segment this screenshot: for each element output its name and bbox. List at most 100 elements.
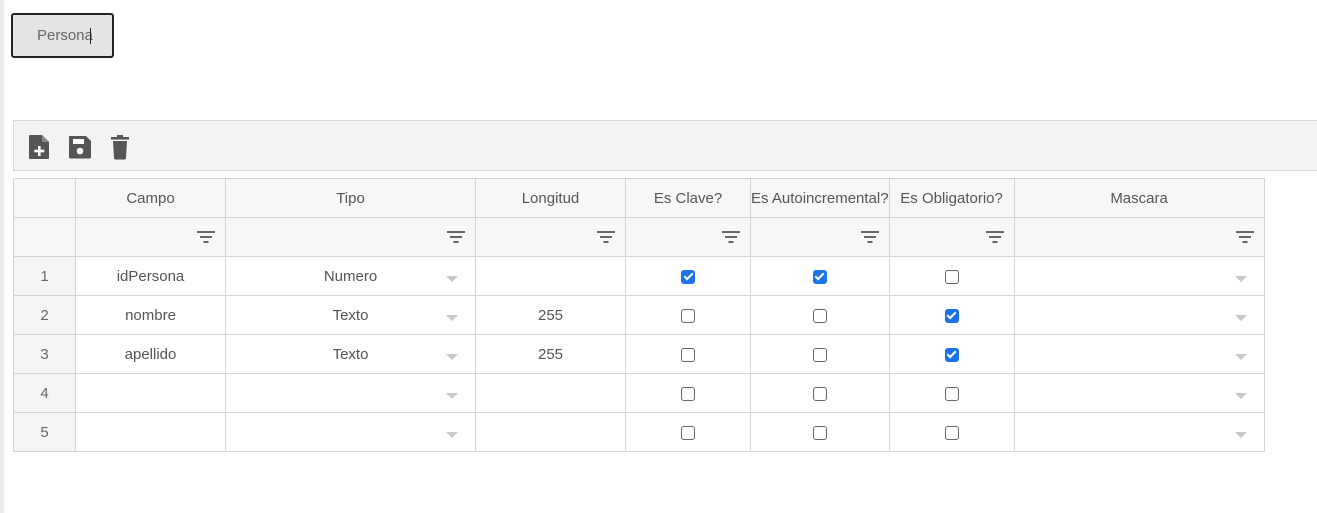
es-obligatorio-checkbox[interactable] <box>944 347 959 362</box>
entity-name-input[interactable] <box>11 13 114 58</box>
column-header-mascara[interactable]: Mascara <box>1013 178 1265 218</box>
cell-tipo-dropdown[interactable] <box>225 412 476 452</box>
es-obligatorio-checkbox[interactable] <box>944 386 959 401</box>
es-obligatorio-checkbox[interactable] <box>944 269 959 284</box>
cell-es-obligatorio <box>888 412 1015 452</box>
row-number: 3 <box>40 345 49 363</box>
filter-icon[interactable] <box>597 230 615 244</box>
cell-campo[interactable]: apellido <box>75 334 226 374</box>
es-clave-checkbox[interactable] <box>681 308 695 323</box>
filter-cell-campo <box>75 217 226 257</box>
filter-icon[interactable] <box>447 230 465 244</box>
text-caret <box>90 28 91 44</box>
es-obligatorio-checkbox[interactable] <box>944 425 959 440</box>
column-header-es-autoincremental[interactable]: Es Autoincremental? <box>750 178 890 218</box>
column-header-es-clave[interactable]: Es Clave? <box>625 178 751 218</box>
cell-longitud[interactable] <box>475 412 626 452</box>
save-button[interactable] <box>67 133 93 161</box>
cell-es-clave <box>625 295 751 335</box>
cell-campo[interactable]: idPersona <box>75 256 226 296</box>
column-header-tipo[interactable]: Tipo <box>225 178 476 218</box>
filter-cell-empty <box>13 217 76 257</box>
row-number: 2 <box>40 306 49 324</box>
cell-mascara-dropdown[interactable] <box>1013 334 1265 374</box>
window-edge <box>0 0 4 513</box>
cell-longitud[interactable]: 255 <box>475 334 626 374</box>
cell-campo[interactable] <box>75 412 226 452</box>
cell-tipo-dropdown[interactable]: Numero <box>225 256 476 296</box>
fields-grid: Campo Tipo Longitud Es Clave? Es Autoinc… <box>13 178 1265 452</box>
cell-mascara-dropdown[interactable] <box>1013 295 1265 335</box>
add-file-button[interactable] <box>27 133 53 161</box>
table-row: 3 apellido Texto 255 <box>13 334 1265 374</box>
es-clave-checkbox[interactable] <box>681 386 695 401</box>
es-autoincremental-checkbox[interactable] <box>812 269 827 284</box>
chevron-down-icon[interactable] <box>446 393 458 399</box>
chevron-down-icon[interactable] <box>446 432 458 438</box>
es-autoincremental-checkbox[interactable] <box>812 425 827 440</box>
es-obligatorio-checkbox[interactable] <box>944 308 959 323</box>
filter-icon[interactable] <box>860 230 879 244</box>
row-number-cell: 2 <box>13 295 76 335</box>
chevron-down-icon[interactable] <box>446 315 458 321</box>
table-row: 5 <box>13 412 1265 452</box>
filter-icon[interactable] <box>197 230 215 244</box>
trash-icon <box>111 135 129 160</box>
cell-es-autoincremental <box>750 373 890 413</box>
chevron-down-icon[interactable] <box>1234 432 1247 438</box>
es-clave-checkbox[interactable] <box>681 425 695 440</box>
cell-mascara-dropdown[interactable] <box>1013 256 1265 296</box>
cell-tipo-dropdown[interactable]: Texto <box>225 334 476 374</box>
tipo-value: Numero <box>323 267 378 285</box>
es-autoincremental-checkbox[interactable] <box>812 347 827 362</box>
campo-value: nombre <box>125 306 176 324</box>
cell-mascara-dropdown[interactable] <box>1013 412 1265 452</box>
cell-tipo-dropdown[interactable]: Texto <box>225 295 476 335</box>
column-header-es-obligatorio[interactable]: Es Obligatorio? <box>888 178 1015 218</box>
filter-cell-mascara <box>1013 217 1265 257</box>
es-clave-checkbox[interactable] <box>681 347 695 362</box>
row-number-cell: 5 <box>13 412 76 452</box>
chevron-down-icon[interactable] <box>1234 393 1247 399</box>
row-number: 1 <box>40 267 49 285</box>
cell-es-obligatorio <box>888 256 1015 296</box>
tipo-value: Texto <box>332 306 369 324</box>
header-row: Campo Tipo Longitud Es Clave? Es Autoinc… <box>13 178 1265 218</box>
cell-campo[interactable]: nombre <box>75 295 226 335</box>
es-clave-checkbox[interactable] <box>681 269 695 284</box>
filter-cell-es-obligatorio <box>888 217 1015 257</box>
row-number-cell: 4 <box>13 373 76 413</box>
longitud-value: 255 <box>537 306 564 324</box>
column-header-campo[interactable]: Campo <box>75 178 226 218</box>
table-row: 2 nombre Texto 255 <box>13 295 1265 335</box>
filter-cell-longitud <box>475 217 626 257</box>
cell-longitud[interactable] <box>475 256 626 296</box>
chevron-down-icon[interactable] <box>446 354 458 360</box>
cell-longitud[interactable] <box>475 373 626 413</box>
chevron-down-icon[interactable] <box>1234 354 1247 360</box>
filter-cell-es-clave <box>625 217 751 257</box>
filter-icon[interactable] <box>985 230 1004 244</box>
cell-longitud[interactable]: 255 <box>475 295 626 335</box>
cell-es-autoincremental <box>750 334 890 374</box>
es-autoincremental-checkbox[interactable] <box>812 308 827 323</box>
filter-icon[interactable] <box>722 230 740 244</box>
delete-button[interactable] <box>108 133 134 161</box>
grid-toolbar <box>13 120 1317 171</box>
chevron-down-icon[interactable] <box>1234 276 1247 282</box>
cell-campo[interactable] <box>75 373 226 413</box>
cell-mascara-dropdown[interactable] <box>1013 373 1265 413</box>
chevron-down-icon[interactable] <box>1234 315 1247 321</box>
chevron-down-icon[interactable] <box>446 276 458 282</box>
cell-es-obligatorio <box>888 373 1015 413</box>
column-header-longitud[interactable]: Longitud <box>475 178 626 218</box>
add-file-icon <box>29 135 49 159</box>
longitud-value: 255 <box>537 345 564 363</box>
cell-es-autoincremental <box>750 295 890 335</box>
filter-row <box>13 217 1265 257</box>
es-autoincremental-checkbox[interactable] <box>812 386 827 401</box>
filter-cell-es-autoincremental <box>750 217 890 257</box>
cell-tipo-dropdown[interactable] <box>225 373 476 413</box>
row-number-cell: 3 <box>13 334 76 374</box>
filter-icon[interactable] <box>1235 230 1254 244</box>
